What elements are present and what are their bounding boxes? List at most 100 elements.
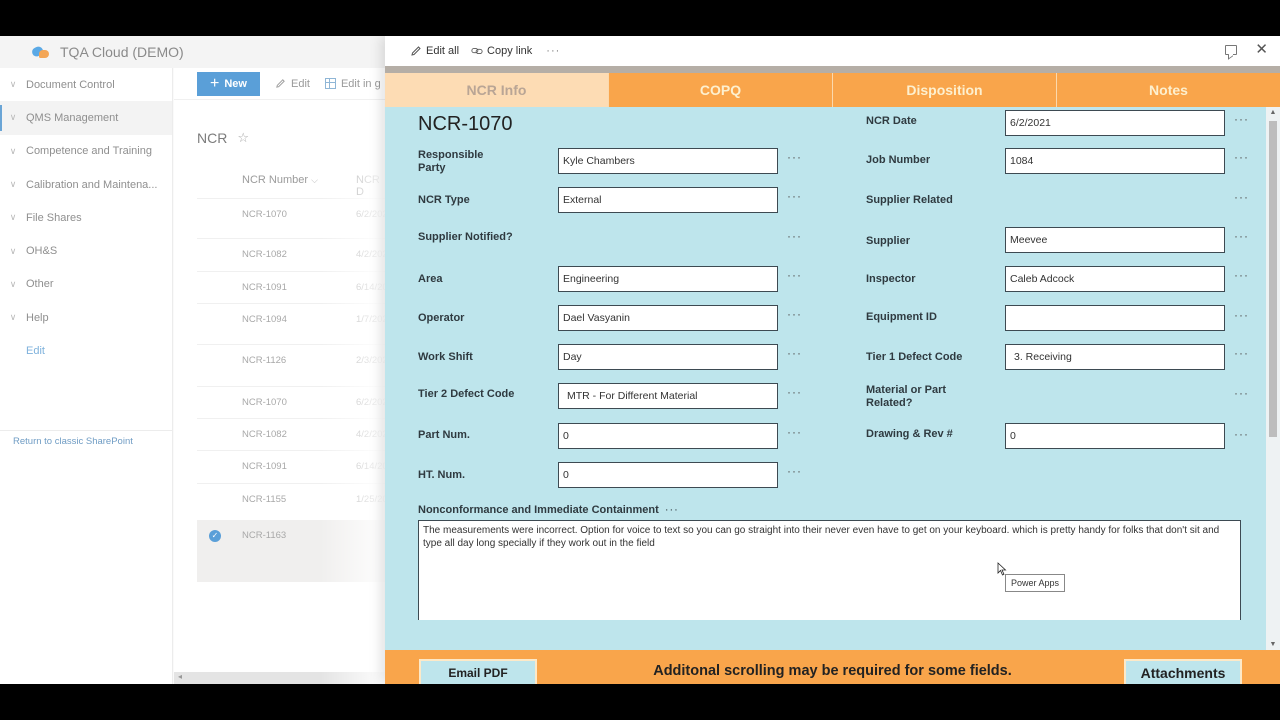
nav-item-qms-management[interactable]: ∨ QMS Management xyxy=(0,101,172,135)
favorite-star-icon[interactable]: ☆ xyxy=(237,130,249,146)
ncr-number-cell[interactable]: NCR-1094 xyxy=(242,314,287,325)
inspector-label: Inspector xyxy=(866,273,916,285)
field-more-icon[interactable]: ··· xyxy=(787,150,802,164)
ncr-date-input[interactable]: 6/2/2021 xyxy=(1005,110,1225,136)
nonconformance-textarea[interactable]: The measurements were incorrect. Option … xyxy=(418,520,1241,620)
field-more-icon[interactable]: ··· xyxy=(787,229,802,243)
ncr-number-cell[interactable]: NCR-1070 xyxy=(242,397,287,408)
column-header-ncr-number[interactable]: NCR Number ⌵ xyxy=(242,174,318,186)
field-more-icon[interactable]: ··· xyxy=(1234,112,1249,126)
nav-item-label: Document Control xyxy=(26,78,115,91)
scroll-thumb[interactable] xyxy=(1269,121,1277,437)
ncr-number-cell[interactable]: NCR-1082 xyxy=(242,429,287,440)
field-more-icon[interactable]: ··· xyxy=(1234,346,1249,360)
close-icon[interactable]: ✕ xyxy=(1255,42,1268,57)
selected-check-icon[interactable]: ✓ xyxy=(209,530,221,542)
chevron-down-icon[interactable]: ∨ xyxy=(0,246,26,257)
chevron-down-icon[interactable]: ∨ xyxy=(0,212,26,223)
edit-all-button[interactable]: Edit all xyxy=(410,45,459,57)
edit-grid-button[interactable]: Edit in g xyxy=(324,78,381,90)
part-num-input[interactable]: 0 xyxy=(558,423,778,449)
tab-ncr-info[interactable]: NCR Info xyxy=(385,73,608,107)
ncr-number-cell[interactable]: NCR-1070 xyxy=(242,209,287,220)
field-more-icon[interactable]: ··· xyxy=(787,346,802,360)
ncr-number-cell[interactable]: NCR-1091 xyxy=(242,461,287,472)
tier-1-defect-code-input[interactable]: 3. Receiving xyxy=(1005,344,1225,370)
panel-shadow xyxy=(320,100,385,684)
nav-item-oh-s[interactable]: ∨ OH&S xyxy=(0,234,172,267)
scroll-down-icon[interactable]: ▼ xyxy=(1266,641,1280,648)
drawing-rev-input[interactable]: 0 xyxy=(1005,423,1225,449)
attachments-button[interactable]: Attachments xyxy=(1124,659,1242,684)
field-more-icon[interactable]: ··· xyxy=(787,189,802,203)
chevron-down-icon[interactable]: ∨ xyxy=(0,112,26,123)
job-number-input[interactable]: 1084 xyxy=(1005,148,1225,174)
chevron-down-icon[interactable]: ∨ xyxy=(0,179,26,190)
nav-item-document-control[interactable]: ∨ Document Control xyxy=(0,68,172,101)
field-more-icon[interactable]: ··· xyxy=(1234,427,1249,441)
work-shift-input[interactable]: Day xyxy=(558,344,778,370)
nav-item-competence-and-training[interactable]: ∨ Competence and Training xyxy=(0,135,172,168)
left-nav: ∨ Document Control ∨ QMS Management ∨ Compete… xyxy=(0,68,173,684)
copy-link-button[interactable]: Copy link xyxy=(471,45,532,57)
supplier-label: Supplier xyxy=(866,235,911,247)
tab-notes[interactable]: Notes xyxy=(1056,73,1280,107)
tab-copq[interactable]: COPQ xyxy=(608,73,832,107)
field-more-icon[interactable]: ··· xyxy=(1234,229,1249,243)
field-more-icon[interactable]: ··· xyxy=(1234,268,1249,282)
grid-icon xyxy=(324,78,336,89)
tier-2-defect-code-input[interactable]: MTR - For Different Material xyxy=(558,383,778,409)
field-more-icon[interactable]: ··· xyxy=(787,464,802,478)
ncr-number-cell[interactable]: NCR-1091 xyxy=(242,282,287,293)
field-more-icon[interactable]: ··· xyxy=(787,425,802,439)
supplier-input[interactable]: Meevee xyxy=(1005,227,1225,253)
field-more-icon[interactable]: ··· xyxy=(787,385,802,399)
ncr-number-cell[interactable]: NCR-1155 xyxy=(242,494,286,505)
nav-edit-link[interactable]: Edit xyxy=(0,334,172,367)
work-shift-label: Work Shift xyxy=(418,351,473,363)
field-more-icon[interactable]: ··· xyxy=(1234,150,1249,164)
ncr-number-cell[interactable]: NCR-1082 xyxy=(242,249,287,260)
chevron-down-icon[interactable]: ∨ xyxy=(0,279,26,290)
nav-item-calibration-and-maintena[interactable]: ∨ Calibration and Maintena... xyxy=(0,168,172,201)
ht-num-input[interactable]: 0 xyxy=(558,462,778,488)
responsible-party-input[interactable]: Kyle Chambers xyxy=(558,148,778,174)
tier-1-defect-code-label: Tier 1 Defect Code xyxy=(866,351,963,363)
plus-icon: + xyxy=(210,74,220,92)
edit-button[interactable]: Edit xyxy=(275,78,310,90)
scroll-up-icon[interactable]: ▲ xyxy=(1266,109,1280,116)
nav-item-help[interactable]: ∨ Help xyxy=(0,301,172,334)
more-options-icon[interactable]: ··· xyxy=(546,45,560,57)
site-title[interactable]: TQA Cloud (DEMO) xyxy=(60,44,184,60)
ncr-type-input[interactable]: External xyxy=(558,187,778,213)
field-more-icon[interactable]: ··· xyxy=(1234,190,1249,204)
tab-disposition[interactable]: Disposition xyxy=(832,73,1056,107)
link-icon xyxy=(471,48,483,54)
field-more-icon[interactable]: ··· xyxy=(787,268,802,282)
form-vertical-scrollbar[interactable]: ▲ ▼ xyxy=(1266,107,1280,650)
field-more-icon[interactable]: ··· xyxy=(1234,386,1249,400)
chevron-down-icon[interactable]: ∨ xyxy=(0,312,26,323)
nav-item-label: Help xyxy=(26,311,49,324)
feedback-icon[interactable] xyxy=(1225,44,1238,55)
equipment-id-input[interactable] xyxy=(1005,305,1225,331)
field-more-icon[interactable]: ··· xyxy=(1234,308,1249,322)
new-button[interactable]: + New xyxy=(197,71,260,96)
edit-all-label: Edit all xyxy=(426,45,460,57)
operator-input[interactable]: Dael Vasyanin xyxy=(558,305,778,331)
field-more-icon[interactable]: ··· xyxy=(665,504,679,516)
ncr-number-cell[interactable]: NCR-1126 xyxy=(242,355,286,366)
chevron-down-icon[interactable]: ∨ xyxy=(0,146,26,157)
ncr-info-form: NCR-1070 Responsible Party Kyle Chambers ·… xyxy=(385,107,1280,650)
area-input[interactable]: Engineering xyxy=(558,266,778,292)
inspector-input[interactable]: Caleb Adcock xyxy=(1005,266,1225,292)
ncr-number-cell[interactable]: NCR-1163 xyxy=(242,530,286,541)
scroll-left-icon[interactable]: ◂ xyxy=(178,672,182,681)
chevron-down-icon[interactable]: ∨ xyxy=(0,79,26,90)
ncr-date-label: NCR Date xyxy=(866,115,917,127)
nav-item-other[interactable]: ∨ Other xyxy=(0,268,172,301)
field-more-icon[interactable]: ··· xyxy=(787,307,802,321)
return-classic-link[interactable]: Return to classic SharePoint xyxy=(13,436,133,447)
nav-item-file-shares[interactable]: ∨ File Shares xyxy=(0,201,172,234)
command-bar: + New Edit Edit in g xyxy=(174,68,385,100)
